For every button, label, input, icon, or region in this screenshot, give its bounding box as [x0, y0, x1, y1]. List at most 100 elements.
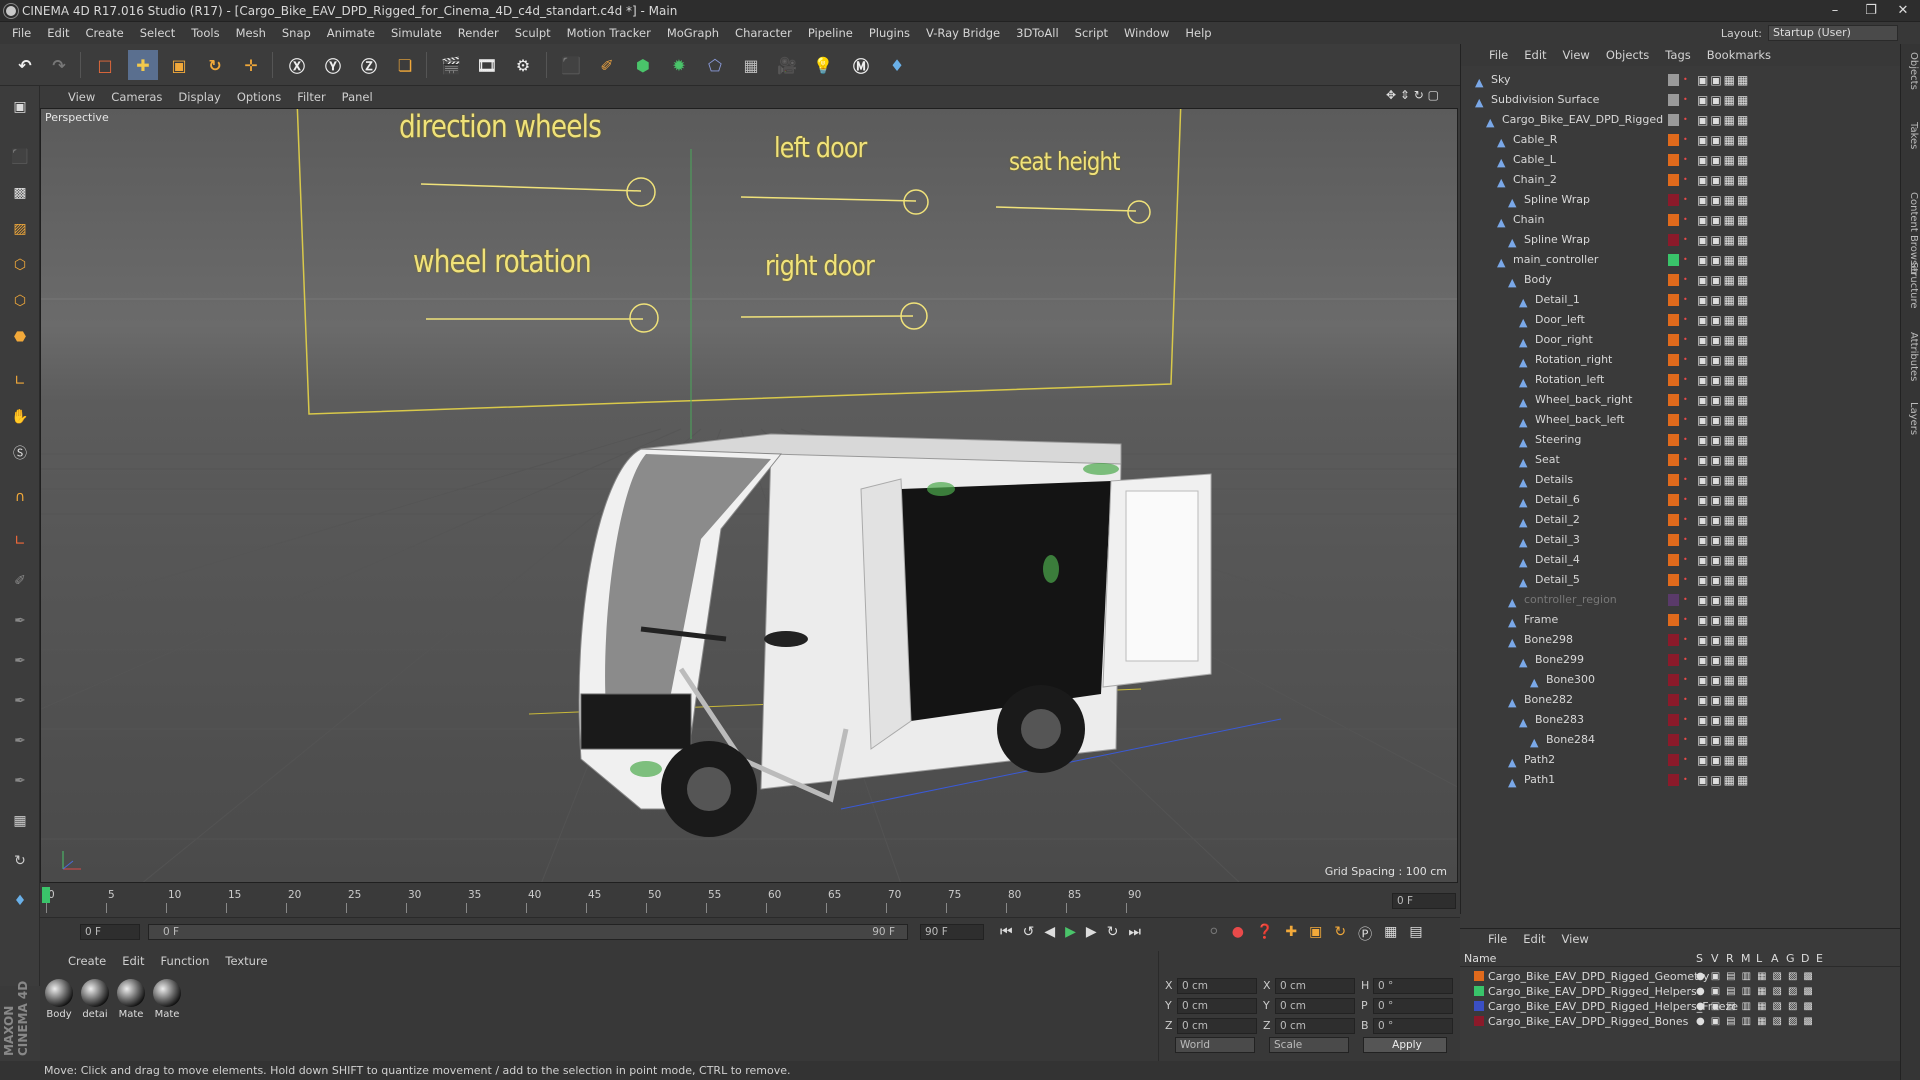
- selection-icon[interactable]: □: [90, 50, 120, 80]
- object-menu-objects[interactable]: Objects: [1598, 48, 1657, 62]
- visibility-dots-icon[interactable]: •: [1683, 290, 1688, 310]
- layer-color-swatch[interactable]: [1668, 514, 1679, 526]
- layer-color-swatch[interactable]: [1668, 254, 1679, 266]
- tag-icons[interactable]: ▣▣▦▦: [1697, 630, 1750, 650]
- object-row[interactable]: ▲ Cable_L • ▣▣▦▦: [1461, 150, 1901, 170]
- tag-icons[interactable]: ▣▣▦▦: [1697, 130, 1750, 150]
- paint-icon[interactable]: ✒: [4, 606, 36, 636]
- sculpt-icon[interactable]: ✒: [4, 646, 36, 676]
- grid-snap-icon[interactable]: ▦: [4, 806, 36, 836]
- magnet-brush-icon[interactable]: ✒: [4, 766, 36, 796]
- coord-value-field[interactable]: 0 cm: [1177, 998, 1257, 1014]
- object-row[interactable]: ▲ Chain_2 • ▣▣▦▦: [1461, 170, 1901, 190]
- object-row[interactable]: ▲ Bone300 • ▣▣▦▦: [1461, 670, 1901, 690]
- tag-icons[interactable]: ▣▣▦▦: [1697, 490, 1750, 510]
- visibility-dots-icon[interactable]: •: [1683, 690, 1688, 710]
- visibility-dots-icon[interactable]: •: [1683, 190, 1688, 210]
- object-menu-bookmarks[interactable]: Bookmarks: [1699, 48, 1779, 62]
- tag-icons[interactable]: ▣▣▦▦: [1697, 690, 1750, 710]
- tag-icons[interactable]: ▣▣▦▦: [1697, 230, 1750, 250]
- object-row[interactable]: ▲ Sky • ▣▣▦▦: [1461, 70, 1901, 90]
- material-menu-texture[interactable]: Texture: [217, 954, 275, 968]
- layer-color-swatch[interactable]: [1668, 474, 1679, 486]
- viewport-menu-options[interactable]: Options: [229, 90, 289, 104]
- tag-icons[interactable]: ▣▣▦▦: [1697, 250, 1750, 270]
- menu-file[interactable]: File: [4, 22, 39, 44]
- layer-color-swatch[interactable]: [1668, 754, 1679, 766]
- rotate-tool-icon[interactable]: ↻: [200, 50, 230, 80]
- tag-icons[interactable]: ▣▣▦▦: [1697, 530, 1750, 550]
- layer-color-swatch[interactable]: [1668, 554, 1679, 566]
- playhead[interactable]: [42, 887, 50, 903]
- object-row[interactable]: ▲ Bone299 • ▣▣▦▦: [1461, 650, 1901, 670]
- object-row[interactable]: ▲ Detail_5 • ▣▣▦▦: [1461, 570, 1901, 590]
- tweak-mode-icon[interactable]: ✋: [4, 402, 36, 432]
- layer-color-swatch[interactable]: [1668, 634, 1679, 646]
- python-script-icon[interactable]: ♦: [4, 886, 36, 916]
- layer-color-swatch[interactable]: [1668, 414, 1679, 426]
- previous-frame-icon[interactable]: ◀: [1044, 924, 1055, 946]
- object-row[interactable]: ▲ Details • ▣▣▦▦: [1461, 470, 1901, 490]
- layer-color-swatch[interactable]: [1668, 434, 1679, 446]
- python-icon[interactable]: ♦: [882, 50, 912, 80]
- layer-color-swatch[interactable]: [1668, 574, 1679, 586]
- menu-sculpt[interactable]: Sculpt: [507, 22, 559, 44]
- visibility-dots-icon[interactable]: •: [1683, 430, 1688, 450]
- tag-icons[interactable]: ▣▣▦▦: [1697, 190, 1750, 210]
- edges-mode-icon[interactable]: ⬡: [4, 286, 36, 316]
- menu-animate[interactable]: Animate: [319, 22, 383, 44]
- tag-icons[interactable]: ▣▣▦▦: [1697, 330, 1750, 350]
- tag-icons[interactable]: ▣▣▦▦: [1697, 170, 1750, 190]
- cube-primitive-icon[interactable]: ⬛: [556, 50, 586, 80]
- object-row[interactable]: ▲ Bone282 • ▣▣▦▦: [1461, 690, 1901, 710]
- layer-color-swatch[interactable]: [1668, 694, 1679, 706]
- render-view-icon[interactable]: 🎬: [436, 50, 466, 80]
- key-pla-icon[interactable]: ▦: [1384, 924, 1397, 946]
- layer-color-swatch[interactable]: [1474, 971, 1484, 981]
- visibility-dots-icon[interactable]: •: [1683, 390, 1688, 410]
- layer-color-swatch[interactable]: [1668, 234, 1679, 246]
- material-swatch[interactable]: Mate: [152, 979, 182, 1020]
- tag-icons[interactable]: ▣▣▦▦: [1697, 410, 1750, 430]
- object-row[interactable]: ▲ Cable_R • ▣▣▦▦: [1461, 130, 1901, 150]
- object-row[interactable]: ▲ controller_region • ▣▣▦▦: [1461, 590, 1901, 610]
- side-tab-takes[interactable]: Takes: [1903, 122, 1919, 149]
- tag-icons[interactable]: ▣▣▦▦: [1697, 430, 1750, 450]
- tag-icons[interactable]: ▣▣▦▦: [1697, 310, 1750, 330]
- start-frame-field[interactable]: 0 F: [80, 924, 140, 940]
- visibility-dots-icon[interactable]: •: [1683, 730, 1688, 750]
- snap-icon[interactable]: Ⓢ: [4, 438, 36, 468]
- layer-color-swatch[interactable]: [1668, 774, 1679, 786]
- tag-icons[interactable]: ▣▣▦▦: [1697, 70, 1750, 90]
- scale-tool-icon[interactable]: ▣: [164, 50, 194, 80]
- layer-color-swatch[interactable]: [1668, 94, 1679, 106]
- layer-menu-view[interactable]: View: [1554, 932, 1597, 946]
- layer-color-swatch[interactable]: [1668, 374, 1679, 386]
- next-frame-icon[interactable]: ▶: [1086, 924, 1097, 946]
- menu-simulate[interactable]: Simulate: [383, 22, 450, 44]
- object-row[interactable]: ▲ Detail_6 • ▣▣▦▦: [1461, 490, 1901, 510]
- coordinate-mode-select[interactable]: World: [1175, 1037, 1255, 1053]
- layer-color-swatch[interactable]: [1668, 154, 1679, 166]
- tag-icons[interactable]: ▣▣▦▦: [1697, 730, 1750, 750]
- visibility-dots-icon[interactable]: •: [1683, 90, 1688, 110]
- tag-icons[interactable]: ▣▣▦▦: [1697, 610, 1750, 630]
- texture-mode-icon[interactable]: ▩: [4, 178, 36, 208]
- layer-color-swatch[interactable]: [1668, 394, 1679, 406]
- tag-icons[interactable]: ▣▣▦▦: [1697, 450, 1750, 470]
- brush-icon[interactable]: ✐: [4, 566, 36, 596]
- deformer-icon[interactable]: ⬠: [700, 50, 730, 80]
- menu-select[interactable]: Select: [132, 22, 183, 44]
- layer-header-column[interactable]: V: [1711, 952, 1719, 965]
- subdivision-surface-icon[interactable]: ⬢: [628, 50, 658, 80]
- menu-snap[interactable]: Snap: [274, 22, 319, 44]
- object-row[interactable]: ▲ Detail_3 • ▣▣▦▦: [1461, 530, 1901, 550]
- undo-icon[interactable]: ↶: [10, 50, 40, 80]
- layer-flag-icons[interactable]: ●▣▤▥▦▧▨▩: [1696, 984, 1819, 999]
- layer-menu-edit[interactable]: Edit: [1515, 932, 1553, 946]
- tag-icons[interactable]: ▣▣▦▦: [1697, 270, 1750, 290]
- tag-icons[interactable]: ▣▣▦▦: [1697, 370, 1750, 390]
- tag-icons[interactable]: ▣▣▦▦: [1697, 590, 1750, 610]
- layer-header-column[interactable]: S: [1696, 952, 1703, 965]
- layer-color-swatch[interactable]: [1668, 354, 1679, 366]
